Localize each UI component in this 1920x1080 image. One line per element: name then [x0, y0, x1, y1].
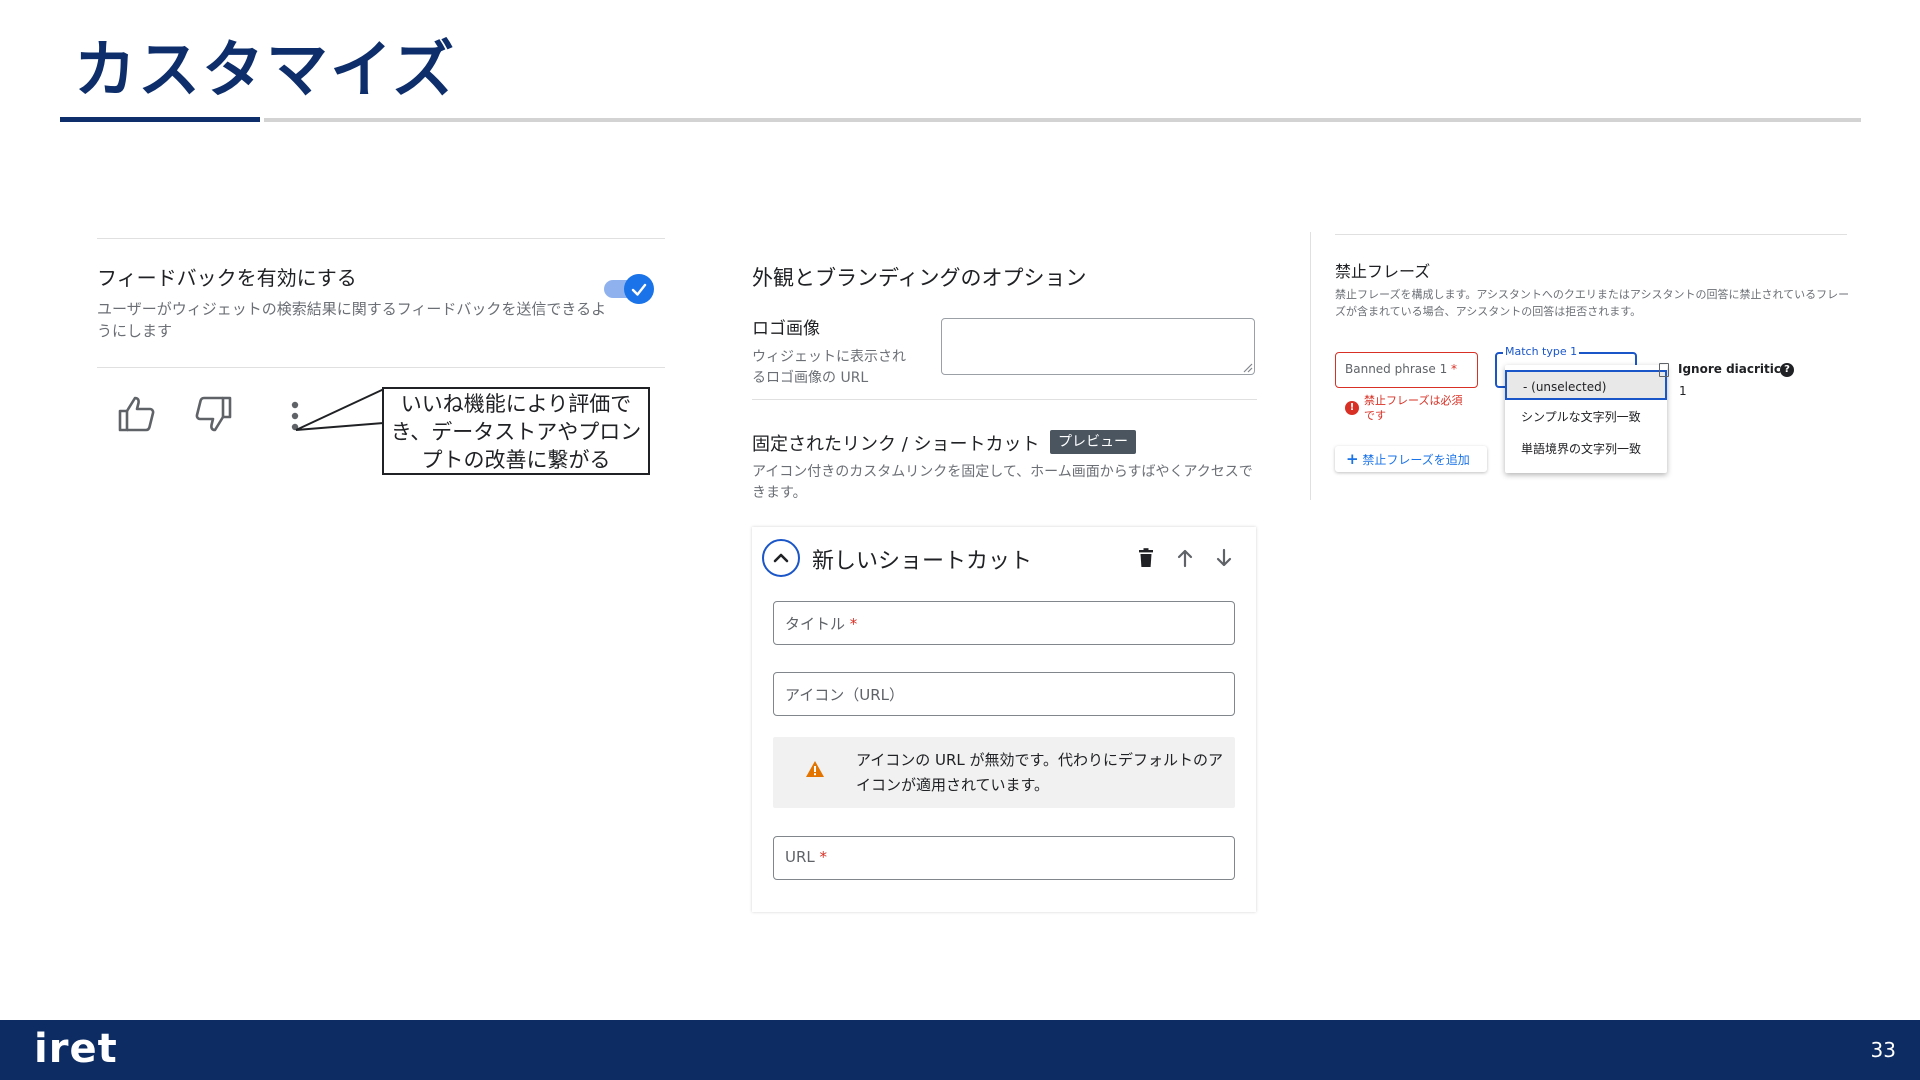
arrow-up-icon[interactable] — [1174, 547, 1196, 569]
callout-box: いいね機能により評価でき、データストアやプロンプトの改善に繋がる — [382, 387, 650, 475]
appearance-heading: 外観とブランディングのオプション — [752, 266, 1087, 290]
slide-title: カスタマイズ — [74, 33, 457, 106]
resize-grip-icon[interactable] — [1241, 361, 1253, 373]
title-field-label: タイトル * — [785, 613, 857, 634]
ignore-diacritics-value: 1 — [1679, 384, 1687, 398]
banned-phrase-label-text: Banned phrase 1 — [1345, 362, 1448, 376]
logo-image-label: ロゴ画像 — [752, 319, 820, 339]
plus-icon: + — [1346, 450, 1359, 468]
callout-pointer — [295, 387, 385, 431]
icon-url-field-label-text: アイコン（URL） — [785, 686, 905, 704]
feedback-description: ユーザーがウィジェットの検索結果に関するフィードバックを送信できるようにします — [97, 300, 607, 340]
pinned-links-description: アイコン付きのカスタムリンクを固定して、ホーム画面からすばやくアクセスできます。 — [752, 464, 1253, 501]
warning-icon — [806, 761, 824, 777]
banned-description: 禁止フレーズを構成します。アシスタントへのクエリまたはアシスタントの回答に禁止さ… — [1335, 288, 1850, 318]
page-number: 33 — [1870, 1038, 1896, 1062]
thumbs-down-icon[interactable] — [194, 394, 234, 434]
feedback-bottom-divider — [97, 367, 665, 368]
trash-icon[interactable] — [1135, 547, 1157, 569]
match-option-word-boundary[interactable]: 単語境界の文字列一致 — [1505, 434, 1667, 464]
required-marker: * — [819, 848, 828, 866]
banned-left-divider — [1310, 232, 1311, 500]
ignore-diacritics-label: Ignore diacritics — [1678, 362, 1789, 376]
url-field-label: URL * — [785, 848, 827, 866]
required-marker: * — [1451, 362, 1458, 376]
add-banned-phrase-label[interactable]: + 禁止フレーズを追加 — [1346, 450, 1470, 468]
banned-top-divider — [1335, 234, 1847, 235]
banned-phrase-label: Banned phrase 1 * — [1345, 362, 1457, 376]
url-field-label-text: URL — [785, 848, 815, 866]
icon-url-field-label: アイコン（URL） — [785, 684, 904, 705]
error-icon: ! — [1345, 401, 1359, 415]
help-icon[interactable]: ? — [1780, 363, 1794, 377]
footer-bar — [0, 1020, 1920, 1080]
shortcut-url-field[interactable] — [773, 836, 1235, 880]
ignore-diacritics-checkbox[interactable] — [1659, 363, 1669, 377]
appearance-divider — [752, 399, 1257, 400]
match-option-simple[interactable]: シンプルな文字列一致 — [1505, 402, 1667, 432]
logo-url-input[interactable] — [941, 318, 1255, 375]
warning-text: アイコンの URL が無効です。代わりにデフォルトのアイコンが適用されています。 — [856, 751, 1224, 794]
logo-image-description: ウィジェットに表示されるロゴ画像の URL — [752, 349, 906, 386]
match-option-unselected[interactable]: - (unselected) — [1505, 370, 1667, 400]
preview-badge: プレビュー — [1050, 430, 1136, 454]
banned-heading: 禁止フレーズ — [1335, 262, 1431, 281]
pinned-links-heading: 固定されたリンク / ショートカット — [752, 434, 1040, 455]
shortcut-title: 新しいショートカット — [812, 549, 1033, 574]
callout-text: いいね機能により評価でき、データストアやプロンプトの改善に繋がる — [390, 392, 642, 472]
match-type-label: Match type 1 — [1503, 345, 1580, 358]
feedback-top-divider — [97, 238, 665, 239]
chevron-up-icon — [773, 553, 789, 563]
title-field-label-text: タイトル — [785, 615, 846, 633]
iret-logo: iret — [34, 1026, 118, 1072]
check-icon — [631, 283, 647, 296]
required-marker: * — [849, 615, 858, 633]
banned-error-text: 禁止フレーズは必須です — [1364, 394, 1463, 422]
title-rule-accent — [60, 117, 260, 122]
add-banned-phrase-text: 禁止フレーズを追加 — [1362, 453, 1470, 467]
feedback-heading: フィードバックを有効にする — [97, 266, 357, 290]
title-rule — [264, 118, 1861, 122]
arrow-down-icon[interactable] — [1213, 547, 1235, 569]
thumbs-up-icon[interactable] — [116, 394, 156, 434]
